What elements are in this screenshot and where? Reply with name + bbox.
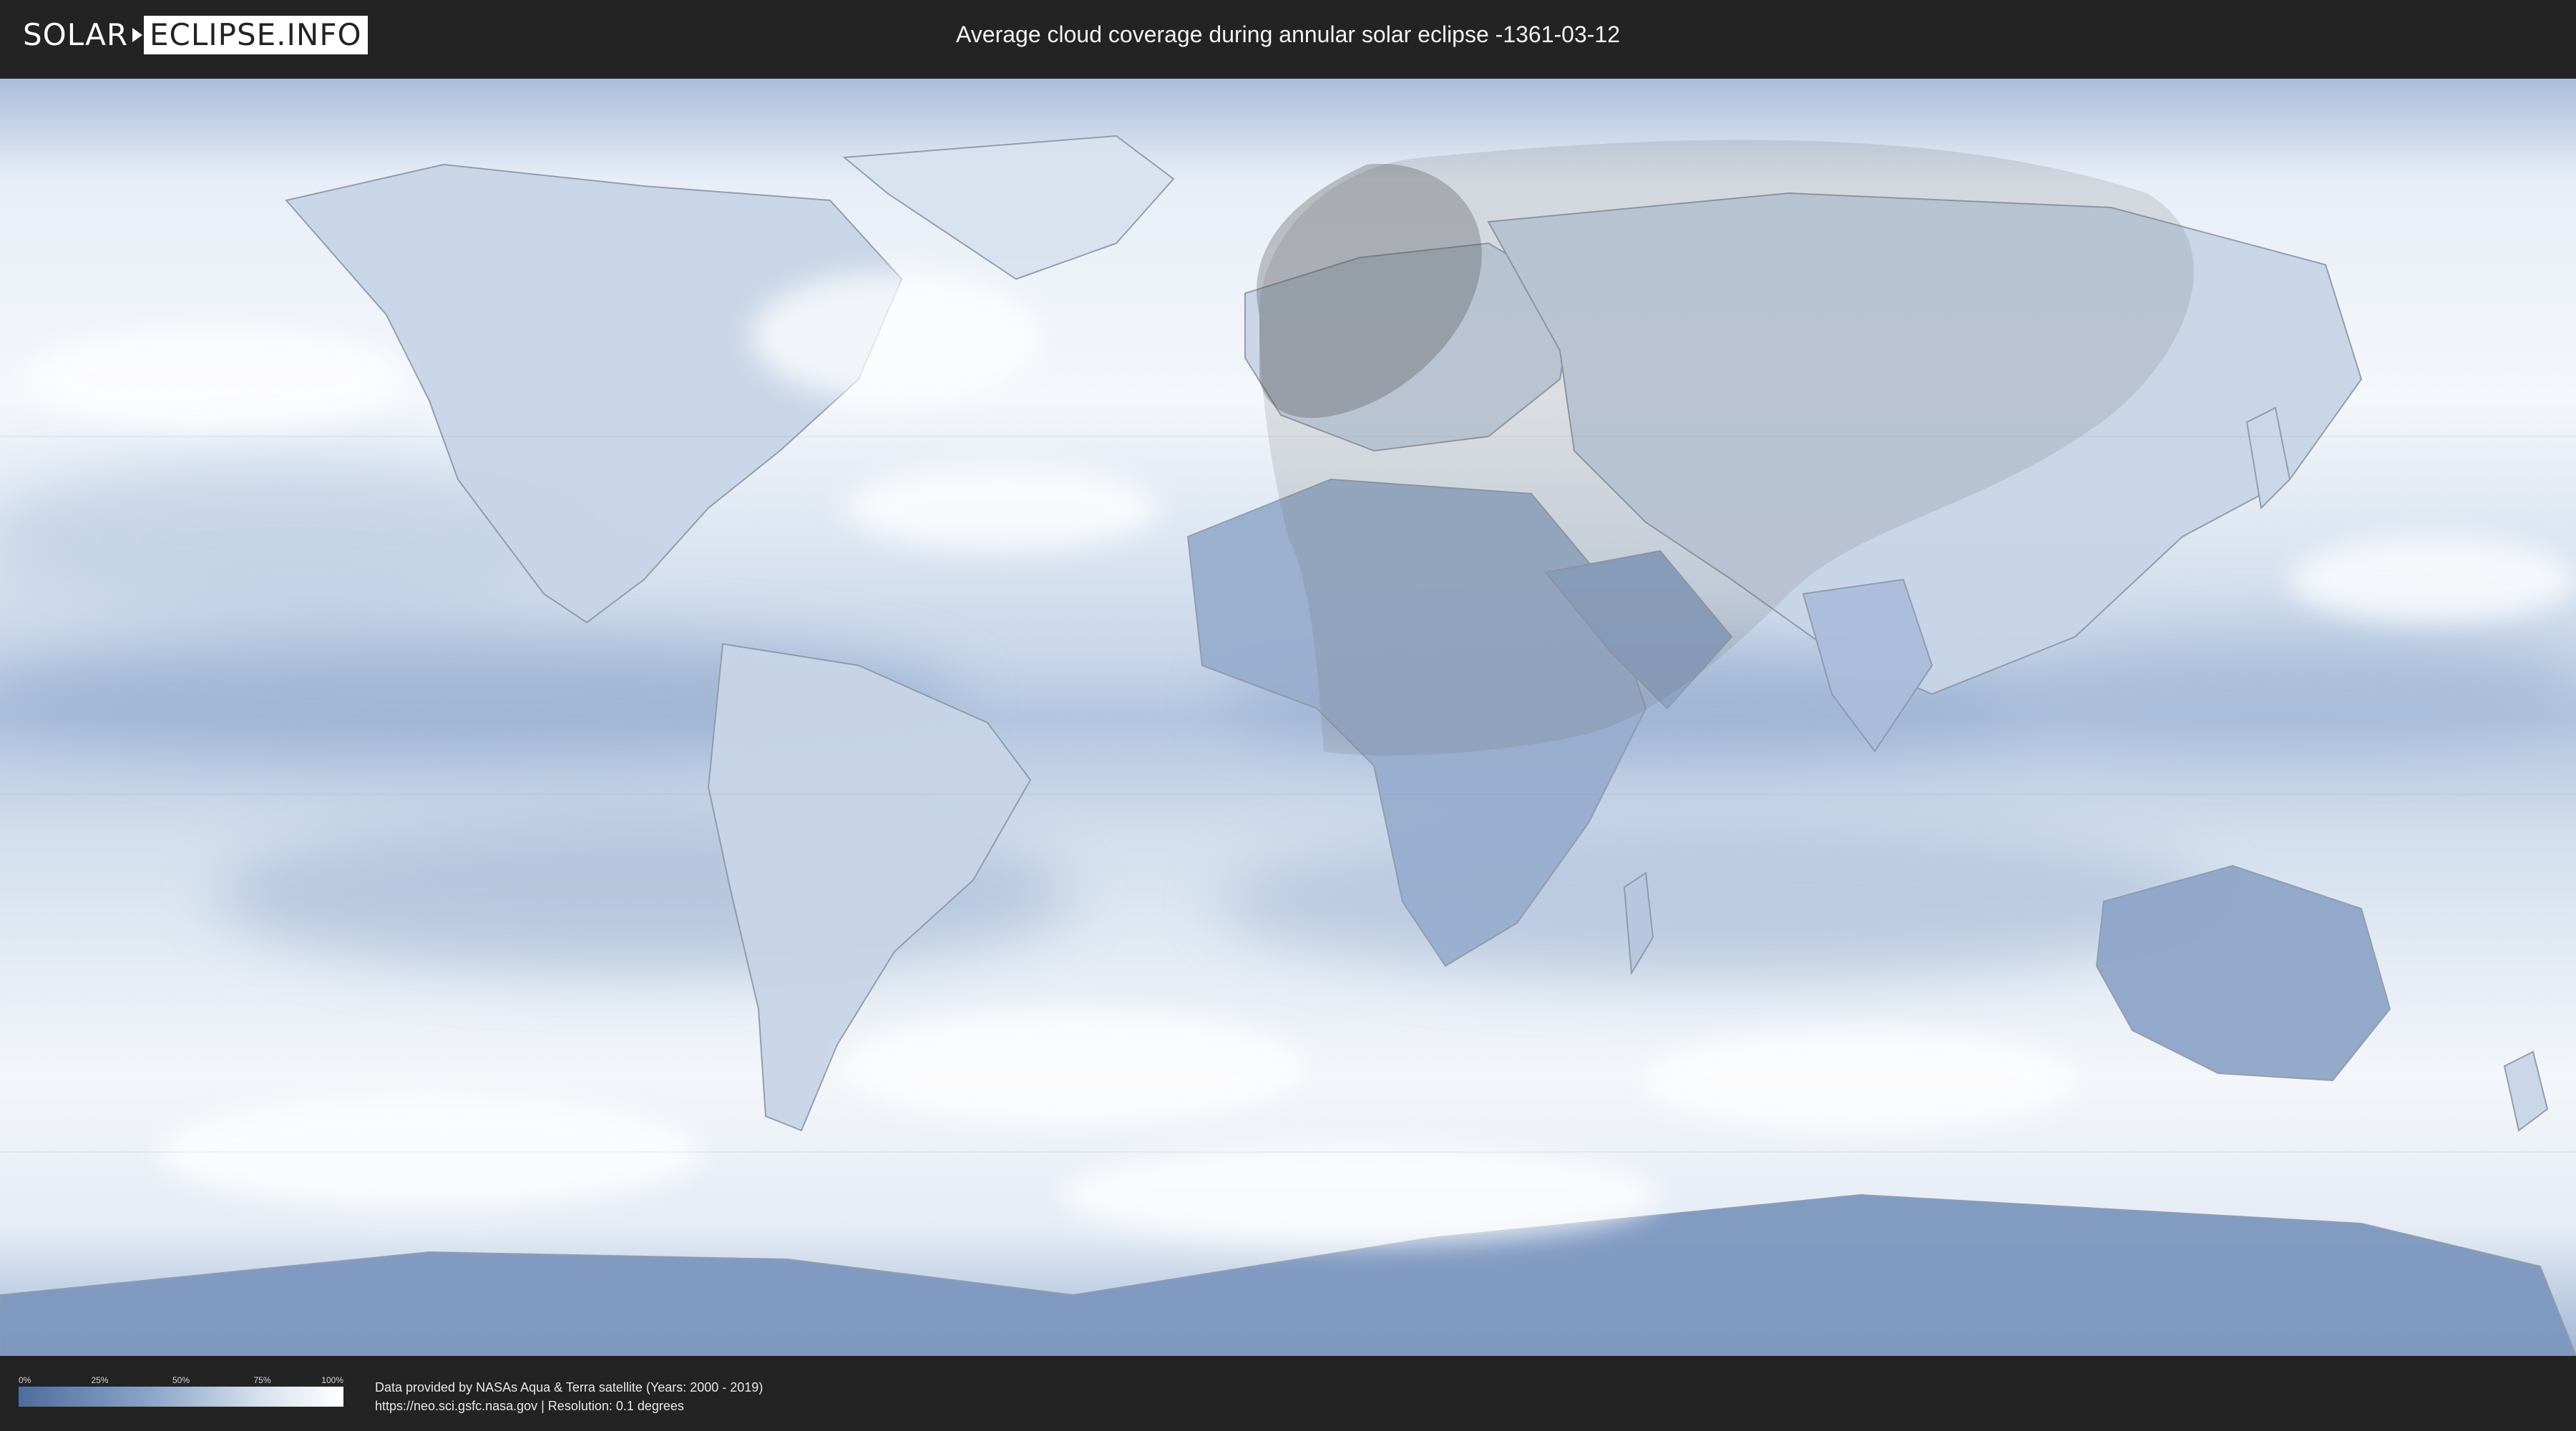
cloud-coverage-legend: 0% 25% 50% 75% 100% [19,1375,343,1407]
legend-gradient-bar [19,1387,343,1407]
legend-tick-50: 50% [172,1375,190,1385]
legend-tick-100: 100% [321,1375,343,1385]
credits-source-line: Data provided by NASAs Aqua & Terra sate… [375,1380,763,1395]
cloud-coverage-map[interactable] [0,79,2576,1356]
legend-tick-25: 25% [91,1375,109,1385]
legend-tick-0: 0% [19,1375,31,1385]
legend-ticks: 0% 25% 50% 75% 100% [19,1375,343,1387]
world-map-svg [0,79,2576,1356]
data-credits: Data provided by NASAs Aqua & Terra sate… [375,1378,763,1415]
header-bar: SOLAR ECLIPSE.INFO Average cloud coverag… [0,0,2576,70]
legend-tick-75: 75% [253,1375,271,1385]
credits-url-line[interactable]: https://neo.sci.gsfc.nasa.gov | Resoluti… [375,1397,763,1415]
page-title: Average cloud coverage during annular so… [956,21,1620,47]
